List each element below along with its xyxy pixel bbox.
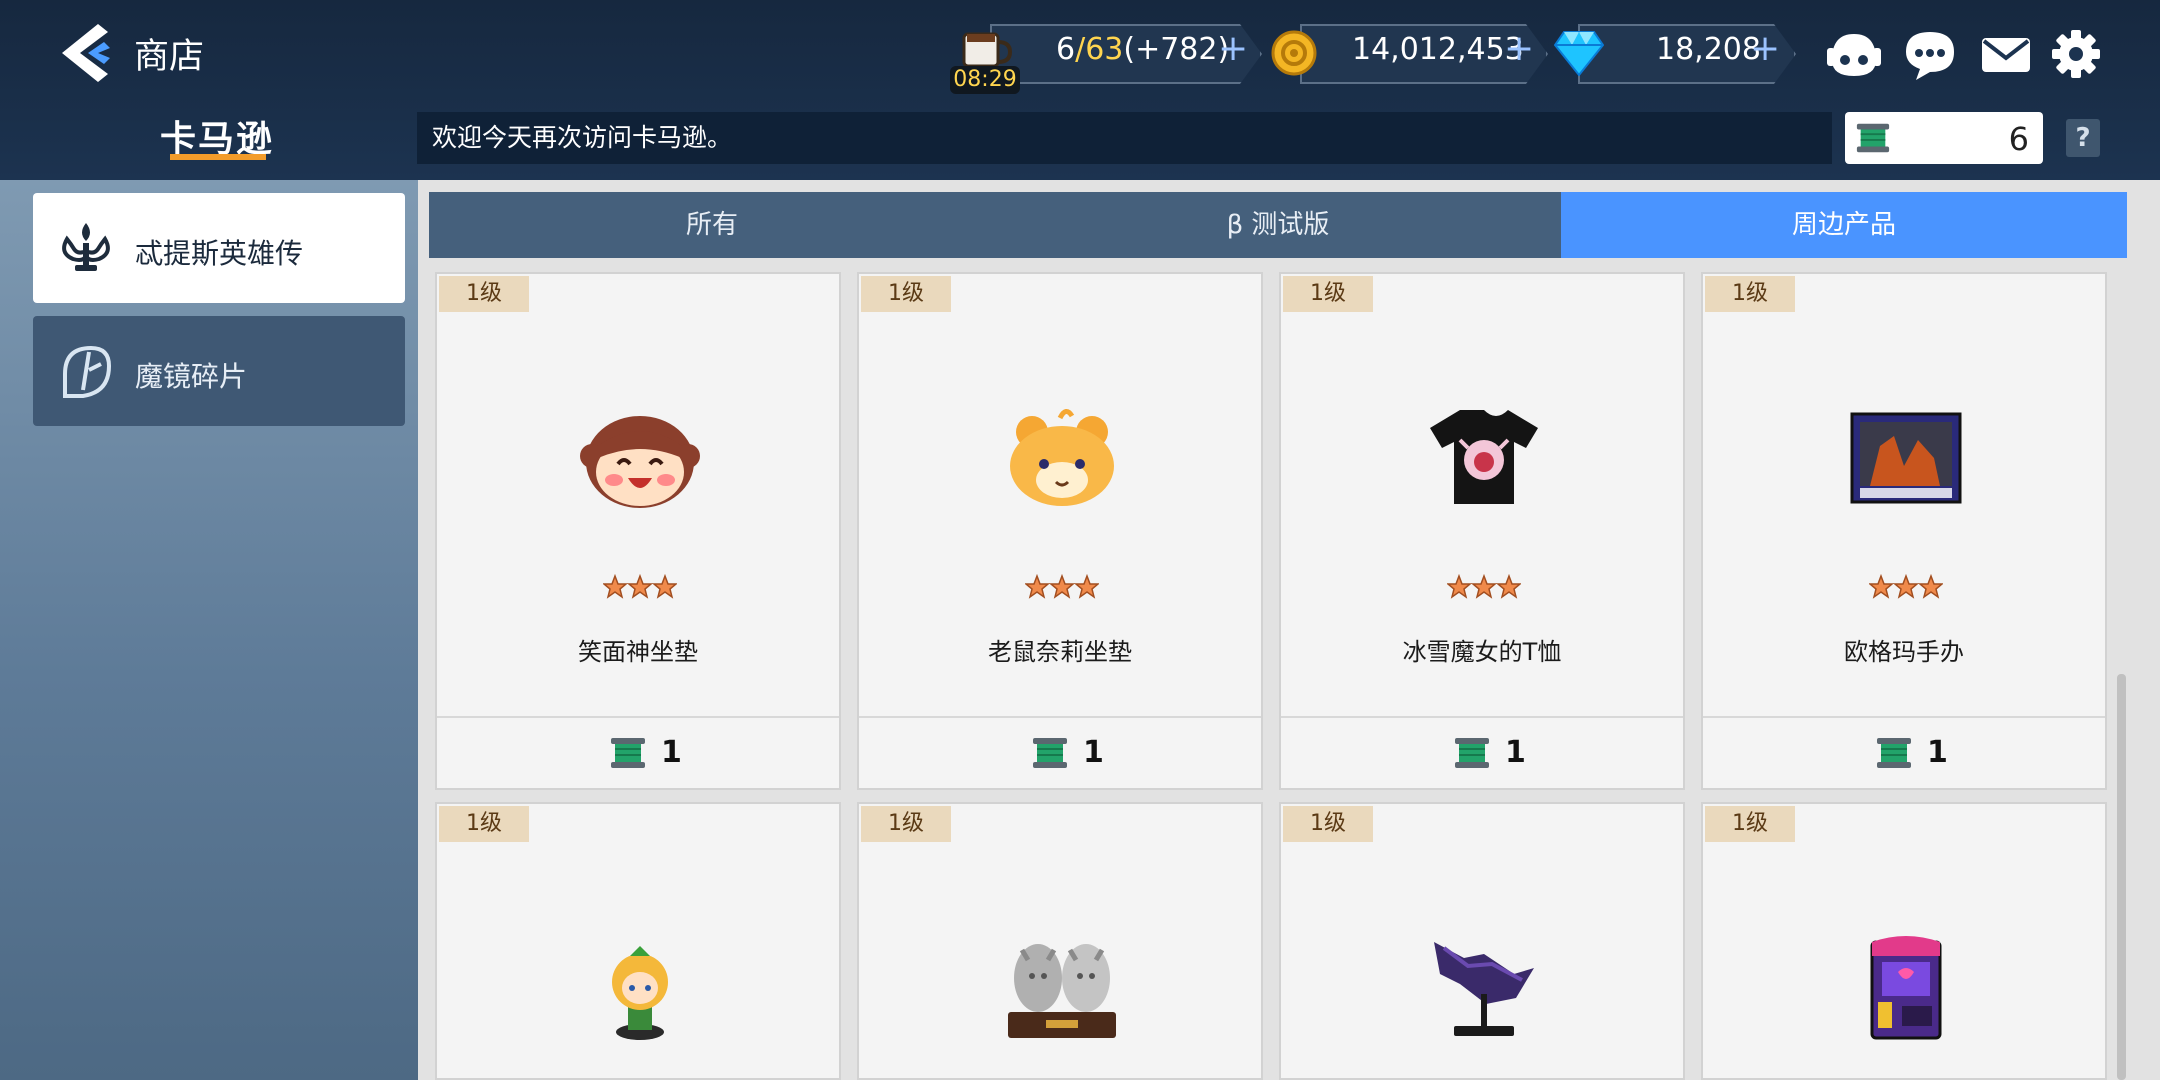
shop-currency-value: 6 <box>2008 120 2029 158</box>
shop-item-card[interactable]: 1级 <box>1701 802 2107 1080</box>
category-tethys[interactable]: 忒提斯英雄传 <box>33 193 405 303</box>
gold-coin-icon <box>1271 30 1317 76</box>
thread-spool-icon <box>1877 738 1911 768</box>
shop-item-card[interactable]: 1级 老鼠奈莉坐垫 1 <box>857 272 1263 790</box>
category-label: 魔镜碎片 <box>135 360 248 393</box>
hamster-cushion-icon <box>1010 409 1114 506</box>
add-gold-button[interactable]: + <box>1504 28 1534 69</box>
filter-tabs: 所有 β 测试版 周边产品 <box>429 192 2127 258</box>
item-name: 笑面神坐垫 <box>578 638 698 666</box>
level-badge: 1级 <box>439 806 529 842</box>
thread-spool-icon <box>1033 738 1067 768</box>
twin-statue-icon <box>1008 944 1116 1038</box>
vendor-underline <box>170 154 266 160</box>
rarity-stars-icon <box>603 574 677 599</box>
settings-gear-icon[interactable] <box>2046 26 2106 82</box>
shop-currency-counter: 6 <box>1845 112 2043 164</box>
rarity-stars-icon <box>1447 574 1521 599</box>
figure-box-icon <box>1850 412 1962 504</box>
help-button[interactable]: ? <box>2066 119 2100 157</box>
shop-item-card[interactable]: 1级 欧格玛手办 1 <box>1701 272 2107 790</box>
gold-value: 14,012,453 <box>1352 32 1524 67</box>
level-badge: 1级 <box>1705 276 1795 312</box>
level-badge: 1级 <box>861 806 951 842</box>
welcome-message: 欢迎今天再次访问卡马逊。 <box>417 112 1832 164</box>
add-stamina-button[interactable]: + <box>1218 28 1248 69</box>
back-arrow-icon <box>62 24 110 82</box>
shop-item-card[interactable]: 1级 笑面神坐垫 1 <box>435 272 841 790</box>
shop-item-card[interactable]: 1级 冰雪魔女的T恤 1 <box>1279 272 1685 790</box>
category-panel <box>0 180 418 1080</box>
level-badge: 1级 <box>1283 276 1373 312</box>
tab-beta[interactable]: β 测试版 <box>995 192 1561 258</box>
blue-gem-icon <box>1554 31 1604 76</box>
rarity-stars-icon <box>1025 574 1099 599</box>
item-name: 冰雪魔女的T恤 <box>1402 638 1562 666</box>
item-price: 1 <box>1083 735 1104 770</box>
category-label: 忒提斯英雄传 <box>135 237 304 270</box>
smiling-face-cushion-icon <box>580 416 700 508</box>
price-row: 1 <box>1281 718 1683 788</box>
gem-value: 18,208 <box>1656 32 1761 67</box>
price-row: 1 <box>437 718 839 788</box>
add-gem-button[interactable]: + <box>1750 28 1780 69</box>
rarity-stars-icon <box>1869 574 1943 599</box>
arcade-machine-icon <box>1870 936 1942 1040</box>
page-title: 商店 <box>134 37 205 77</box>
guild-icon[interactable] <box>1824 26 1884 82</box>
shop-item-card[interactable]: 1级 <box>1279 802 1685 1080</box>
dark-wing-sculpture-icon <box>1434 942 1534 1036</box>
shop-item-card[interactable]: 1级 <box>857 802 1263 1080</box>
tshirt-icon <box>1430 410 1538 504</box>
level-badge: 1级 <box>1283 806 1373 842</box>
chat-icon[interactable] <box>1900 26 1960 82</box>
thread-spool-icon <box>1455 738 1489 768</box>
mail-icon[interactable] <box>1976 26 2036 82</box>
scrollbar[interactable] <box>2117 674 2126 1080</box>
level-badge: 1级 <box>1705 806 1795 842</box>
item-price: 1 <box>1505 735 1526 770</box>
price-row: 1 <box>859 718 1261 788</box>
stamina-timer: 08:29 <box>950 66 1020 94</box>
thread-spool-icon <box>1856 123 1890 153</box>
level-badge: 1级 <box>439 276 529 312</box>
tab-all[interactable]: 所有 <box>429 192 995 258</box>
back-button[interactable] <box>58 22 128 84</box>
item-price: 1 <box>1927 735 1948 770</box>
price-row: 1 <box>1703 718 2105 788</box>
thread-spool-icon <box>611 738 645 768</box>
item-name: 欧格玛手办 <box>1844 638 1964 666</box>
tethys-emblem-icon <box>62 223 110 271</box>
category-mirror-shards[interactable]: 魔镜碎片 <box>33 316 405 426</box>
mirror-shard-icon <box>63 345 112 398</box>
item-name: 老鼠奈莉坐垫 <box>988 638 1132 666</box>
tab-merchandise[interactable]: 周边产品 <box>1561 192 2127 258</box>
blonde-girl-figure-icon <box>612 946 668 1040</box>
level-badge: 1级 <box>861 276 951 312</box>
stamina-value: 6/63(+782) <box>1056 32 1230 67</box>
item-price: 1 <box>661 735 682 770</box>
shop-item-card[interactable]: 1级 <box>435 802 841 1080</box>
